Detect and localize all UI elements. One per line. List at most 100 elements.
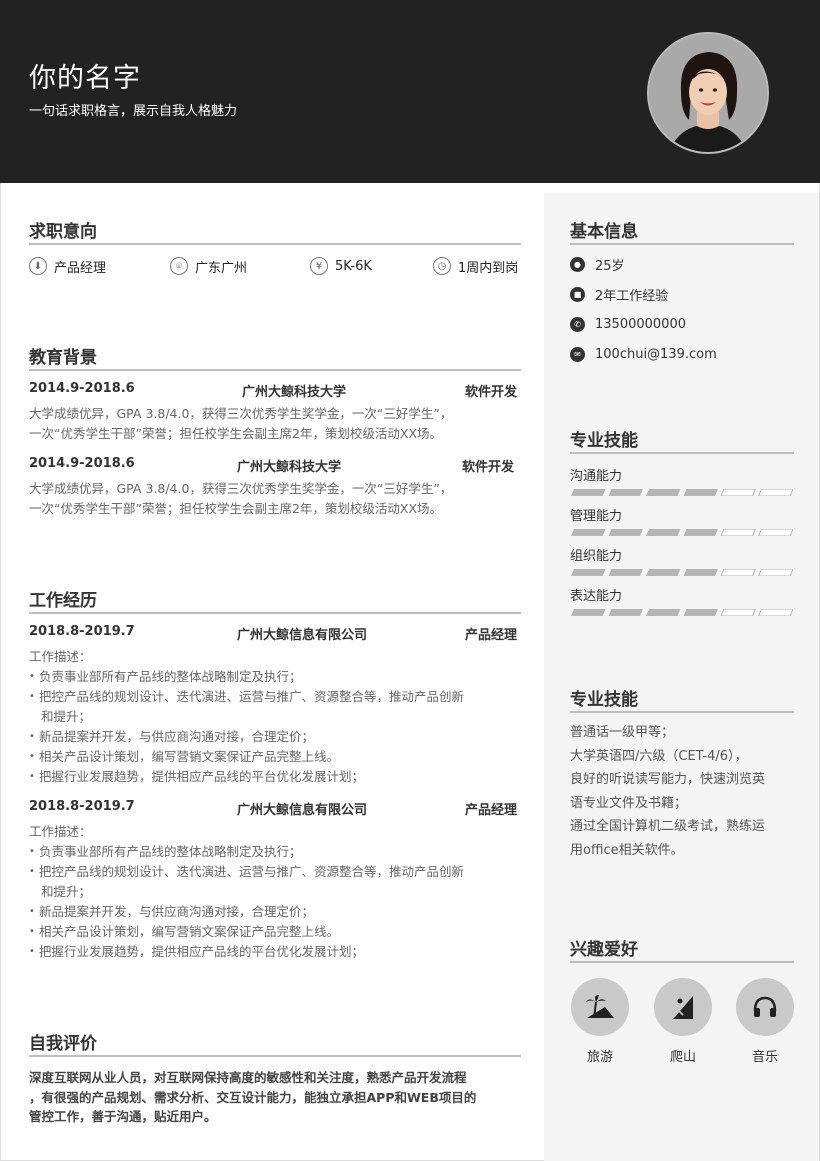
experience-icon: ■: [570, 286, 585, 302]
skill-segment-filled: [608, 529, 643, 536]
education-desc-line: 大学成绩优异，GPA 3.8/4.0，获得三次优秀学生奖学金，一次“三好学生”，: [29, 481, 453, 496]
education-school: 广州大鲸科技大学: [237, 460, 342, 475]
skill-level-bar: [571, 529, 793, 536]
skill-segment-empty: [720, 569, 757, 576]
skill-segment-filled: [646, 609, 681, 616]
resume-name: 你的名字: [29, 63, 141, 94]
intent-salary-text: 5K-6K: [335, 258, 372, 274]
work-bullet: 负责事业部所有产品线的整体战略制定及执行；: [29, 667, 464, 687]
education-description: 大学成绩优异，GPA 3.8/4.0，获得三次优秀学生奖学金，一次“三好学生”，…: [29, 479, 452, 519]
section-title-work: 工作经历: [29, 591, 97, 611]
briefcase-icon: ⬇: [29, 257, 47, 275]
yen-icon: ¥: [310, 257, 328, 275]
work-description: 工作描述： 负责事业部所有产品线的整体战略制定及执行； 把控产品线的规划设计、迭…: [29, 822, 464, 962]
intent-location-text: 广东广州: [195, 260, 248, 276]
skill-segment-filled: [683, 569, 718, 576]
intent-item-position: ⬇ 产品经理: [29, 256, 106, 276]
self-eval-line: 管控工作，善于沟通，贴近用户。: [29, 1109, 217, 1124]
skills-line: 语专业文件及书籍；: [570, 795, 688, 811]
work-bullet: 相关产品设计策划，编写营销文案保证产品完整上线。: [29, 747, 464, 767]
intent-position-text: 产品经理: [54, 260, 107, 276]
work-desc-label: 工作描述：: [29, 824, 92, 839]
skill-segment-empty: [720, 489, 757, 496]
work-bullet: 把控产品线的规划设计、迭代演进、运营与推广、资源整合等，推动产品创新: [29, 862, 464, 882]
work-bullet: 把握行业发展趋势，提供相应产品线的平台优化发展计划；: [29, 767, 464, 787]
hobby-label: 音乐: [751, 1050, 778, 1065]
section-divider: [29, 612, 521, 614]
phone-icon: ✆: [570, 316, 585, 332]
hobby-music: 音乐: [736, 978, 794, 1065]
education-desc-line: 一次“优秀学生干部”荣誉；担任校学生会副主席2年，策划校级活动XX场。: [29, 501, 443, 516]
skill-segment-filled: [683, 529, 718, 536]
skill-segment-empty: [757, 529, 793, 536]
climbing-icon: [654, 978, 712, 1036]
beach-icon: [571, 978, 629, 1036]
work-bullet: 新品提案并开发，与供应商沟通对接，合理定价；: [29, 727, 464, 747]
skills-line: 良好的听说读写能力，快速浏览英: [570, 772, 766, 787]
work-role: 产品经理: [465, 803, 518, 818]
skill-segment-filled: [571, 489, 606, 496]
skill-segment-filled: [683, 609, 718, 616]
work-date: 2018.8-2019.7: [29, 799, 135, 814]
info-experience: ■ 2年工作经验: [570, 285, 669, 304]
section-title-education: 教育背景: [29, 348, 97, 368]
info-age-text: 25岁: [595, 258, 625, 274]
work-bullet: 把握行业发展趋势，提供相应产品线的平台优化发展计划；: [29, 942, 464, 962]
email-icon: ✉: [570, 346, 585, 362]
work-bullet: 相关产品设计策划，编写营销文案保证产品完整上线。: [29, 922, 464, 942]
work-company: 广州大鲸信息有限公司: [237, 803, 368, 818]
skill-segment-filled: [646, 529, 681, 536]
headphones-icon: [736, 978, 794, 1036]
skill-segment-filled: [571, 609, 606, 616]
work-bullet: 把控产品线的规划设计、迭代演进、运营与推广、资源整合等，推动产品创新: [29, 687, 464, 707]
section-title-hobbies: 兴趣爱好: [570, 940, 638, 960]
section-divider: [570, 452, 794, 454]
education-date: 2014.9-2018.6: [29, 456, 135, 471]
skill-name: 组织能力: [570, 549, 623, 564]
skill-segment-filled: [683, 489, 718, 496]
self-eval-line: 深度互联网从业人员，对互联网保持高度的敏感性和关注度，熟悉产品开发流程: [29, 1070, 467, 1085]
hobby-label: 旅游: [586, 1050, 613, 1065]
skills-line: 通过全国计算机二级考试，熟练运: [570, 819, 766, 834]
work-bullet: 负责事业部所有产品线的整体战略制定及执行；: [29, 842, 464, 862]
intent-item-salary: ¥ 5K-6K: [310, 256, 372, 276]
work-description: 工作描述： 负责事业部所有产品线的整体战略制定及执行； 把控产品线的规划设计、迭…: [29, 647, 464, 787]
skills-description: 普通话一级甲等； 大学英语四/六级（CET-4/6）， 良好的听说读写能力，快速…: [570, 721, 792, 862]
section-divider: [570, 243, 794, 245]
skill-segment-filled: [608, 609, 643, 616]
section-title-intent: 求职意向: [29, 222, 97, 242]
avatar: [647, 32, 769, 154]
skill-level-bar: [571, 569, 793, 576]
work-desc-label: 工作描述：: [29, 649, 92, 664]
clock-icon: ◷: [433, 257, 451, 275]
intent-item-location: ⌾ 广东广州: [170, 256, 247, 276]
skill-segment-filled: [646, 569, 681, 576]
info-experience-text: 2年工作经验: [595, 288, 669, 304]
skill-segment-filled: [608, 569, 643, 576]
section-divider: [29, 369, 521, 371]
skill-name: 管理能力: [570, 509, 623, 524]
work-bullet-continued: 和提升；: [41, 709, 92, 724]
education-major: 软件开发: [462, 460, 515, 475]
skills-line: 普通话一级甲等；: [570, 725, 675, 740]
skill-segment-filled: [571, 529, 606, 536]
education-desc-line: 大学成绩优异，GPA 3.8/4.0，获得三次优秀学生奖学金，一次“三好学生”，: [29, 406, 453, 421]
education-major: 软件开发: [465, 385, 518, 400]
education-school: 广州大鲸科技大学: [242, 385, 347, 400]
info-email: ✉ 100chui@139.com: [570, 345, 717, 363]
work-date: 2018.8-2019.7: [29, 624, 135, 639]
section-divider: [570, 711, 794, 713]
info-email-text: 100chui@139.com: [595, 346, 717, 362]
resume-slogan: 一句话求职格言，展示自我人格魅力: [29, 104, 238, 119]
age-icon: ●: [570, 256, 585, 272]
self-evaluation-text: 深度互联网从业人员，对互联网保持高度的敏感性和关注度，熟悉产品开发流程 ，有很强…: [29, 1068, 521, 1127]
hobby-label: 爬山: [669, 1050, 696, 1065]
skill-segment-empty: [720, 529, 757, 536]
header-banner: 你的名字 一句话求职格言，展示自我人格魅力: [0, 0, 820, 183]
skill-segment-filled: [646, 489, 681, 496]
education-date: 2014.9-2018.6: [29, 381, 135, 396]
section-divider: [29, 1055, 521, 1057]
skills-line: 大学英语四/六级（CET-4/6），: [570, 748, 748, 764]
work-company: 广州大鲸信息有限公司: [237, 628, 368, 643]
skills-line: 用office相关软件。: [570, 842, 684, 858]
